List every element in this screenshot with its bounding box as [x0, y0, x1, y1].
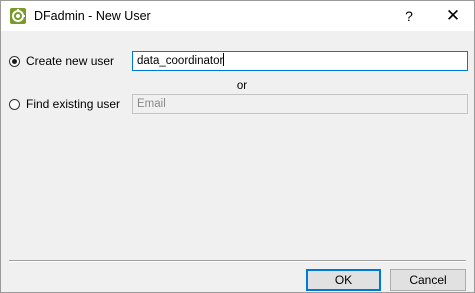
dialog-body: Create new user data_coordinator or Find… — [1, 31, 474, 292]
gear-icon — [10, 8, 26, 24]
create-new-user-label[interactable]: Create new user — [26, 54, 114, 68]
create-new-user-radio[interactable] — [9, 55, 20, 67]
text-caret — [223, 53, 225, 66]
window-title: DFadmin - New User — [34, 9, 151, 23]
button-separator — [9, 260, 466, 262]
find-existing-user-radio[interactable] — [9, 98, 20, 110]
or-separator-text: or — [236, 80, 248, 92]
close-button[interactable]: ✕ — [432, 1, 474, 31]
email-input-placeholder: Email — [137, 98, 166, 110]
username-input[interactable]: data_coordinator — [132, 51, 468, 71]
help-button[interactable]: ? — [389, 1, 429, 31]
new-user-dialog: DFadmin - New User ? ✕ Create new user d… — [0, 0, 475, 293]
find-existing-user-option[interactable]: Find existing user — [9, 95, 120, 113]
username-input-value: data_coordinator — [137, 55, 224, 67]
create-new-user-option[interactable]: Create new user — [9, 52, 114, 70]
find-existing-user-label[interactable]: Find existing user — [26, 97, 120, 111]
title-bar[interactable]: DFadmin - New User ? ✕ — [1, 1, 474, 31]
cancel-button[interactable]: Cancel — [390, 269, 466, 291]
email-input[interactable]: Email — [132, 94, 468, 114]
ok-button[interactable]: OK — [306, 269, 381, 291]
